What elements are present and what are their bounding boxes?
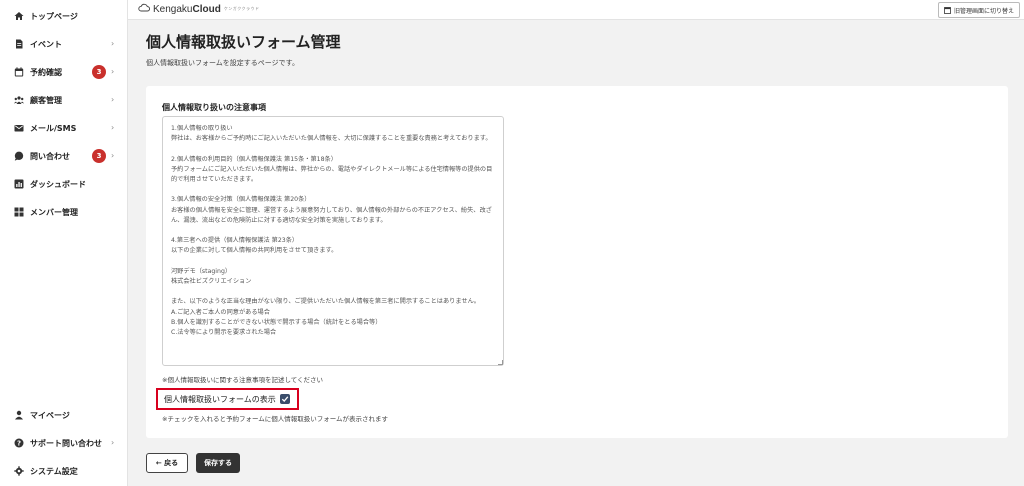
- sidebar-item-label: 予約確認: [30, 67, 62, 77]
- notice-textarea[interactable]: 1.個人情報の取り扱い 弊社は、お客様からご予約時にご記入いただいた個人情報を、…: [162, 116, 504, 366]
- textarea-resize-handle[interactable]: [498, 360, 503, 365]
- checkmark-icon: [281, 396, 289, 402]
- person-icon: [13, 409, 25, 421]
- notification-badge: 3: [92, 65, 106, 79]
- sidebar-item-members[interactable]: メンバー管理: [0, 200, 128, 224]
- sidebar-item-label: サポート問い合わせ: [30, 438, 102, 448]
- sidebar-item-label: ダッシュボード: [30, 179, 86, 189]
- chevron-right-icon: ›: [111, 123, 115, 132]
- document-icon: [13, 38, 25, 50]
- brand-name-prefix: Kengaku: [153, 3, 193, 15]
- svg-text:?: ?: [17, 440, 21, 448]
- sidebar-item-label: メール/SMS: [30, 123, 77, 133]
- form-card: 個人情報取り扱いの注意事項 1.個人情報の取り扱い 弊社は、お客様からご予約時に…: [146, 86, 1008, 438]
- sidebar-item-system-settings[interactable]: システム設定: [0, 459, 128, 483]
- sidebar-item-inquiries[interactable]: 問い合わせ 3 ›: [0, 144, 128, 168]
- calendar-icon: [13, 66, 25, 78]
- chevron-right-icon: ›: [111, 151, 115, 160]
- notification-badge: 3: [92, 149, 106, 163]
- switch-legacy-admin-label: 旧管理画面に切り替え: [953, 7, 1014, 15]
- sidebar-item-dashboard[interactable]: ダッシュボード: [0, 172, 128, 196]
- help-icon: ?: [13, 437, 25, 449]
- sidebar-item-event[interactable]: イベント ›: [0, 32, 128, 56]
- page-subtitle: 個人情報取扱いフォームを設定するページです。: [146, 59, 299, 67]
- back-button[interactable]: ← 戻る: [146, 453, 188, 473]
- chart-icon: [13, 178, 25, 190]
- window-icon: [944, 6, 951, 14]
- sidebar-item-label: マイページ: [30, 410, 70, 420]
- sidebar-item-mail-sms[interactable]: メール/SMS ›: [0, 116, 128, 140]
- brand-logo[interactable]: Kengaku Cloud ケンガククラウド: [138, 3, 260, 15]
- sidebar-item-label: システム設定: [30, 466, 78, 476]
- sidebar-item-top-page[interactable]: トップページ: [0, 4, 128, 28]
- grid-icon: [13, 206, 25, 218]
- notice-help-text: ※個人情報取扱いに関する注意事項を記述してください: [162, 376, 324, 384]
- mail-icon: [13, 122, 25, 134]
- notice-field-label: 個人情報取り扱いの注意事項: [162, 103, 266, 112]
- sidebar-item-support[interactable]: ? サポート問い合わせ ›: [0, 431, 128, 455]
- sidebar-item-label: 問い合わせ: [30, 151, 70, 161]
- sidebar-item-label: イベント: [30, 39, 62, 49]
- brand-tagline: ケンガククラウド: [223, 6, 260, 11]
- chevron-right-icon: ›: [111, 67, 115, 76]
- sidebar-item-label: トップページ: [30, 11, 78, 21]
- home-icon: [13, 10, 25, 22]
- save-button[interactable]: 保存する: [196, 453, 240, 473]
- users-icon: [13, 94, 25, 106]
- show-privacy-form-toggle[interactable]: 個人情報取扱いフォームの表示: [156, 388, 299, 410]
- top-bar: Kengaku Cloud ケンガククラウド 旧管理画面に切り替え: [128, 0, 1024, 20]
- switch-legacy-admin-button[interactable]: 旧管理画面に切り替え: [937, 2, 1020, 18]
- page-title: 個人情報取扱いフォーム管理: [146, 33, 341, 51]
- cloud-logo-icon: [138, 3, 151, 15]
- toggle-help-text: ※チェックを入れると予約フォームに個人情報取扱いフォームが表示されます: [162, 415, 389, 423]
- sidebar-item-label: メンバー管理: [30, 207, 78, 217]
- sidebar-item-reservations[interactable]: 予約確認 3 ›: [0, 60, 128, 84]
- chevron-right-icon: ›: [111, 438, 115, 447]
- sidebar-item-my-page[interactable]: マイページ: [0, 403, 128, 427]
- chevron-right-icon: ›: [111, 95, 115, 104]
- chat-icon: [13, 150, 25, 162]
- show-privacy-form-label: 個人情報取扱いフォームの表示: [164, 394, 276, 404]
- show-privacy-form-checkbox[interactable]: [279, 394, 290, 404]
- gear-icon: [13, 465, 25, 477]
- chevron-right-icon: ›: [111, 39, 115, 48]
- sidebar-item-label: 顧客管理: [30, 95, 62, 105]
- brand-name-suffix: Cloud: [192, 3, 221, 15]
- sidebar: トップページ イベント › 予約確認 3 › 顧客管理 › メール/SMS › …: [0, 0, 128, 486]
- sidebar-item-customers[interactable]: 顧客管理 ›: [0, 88, 128, 112]
